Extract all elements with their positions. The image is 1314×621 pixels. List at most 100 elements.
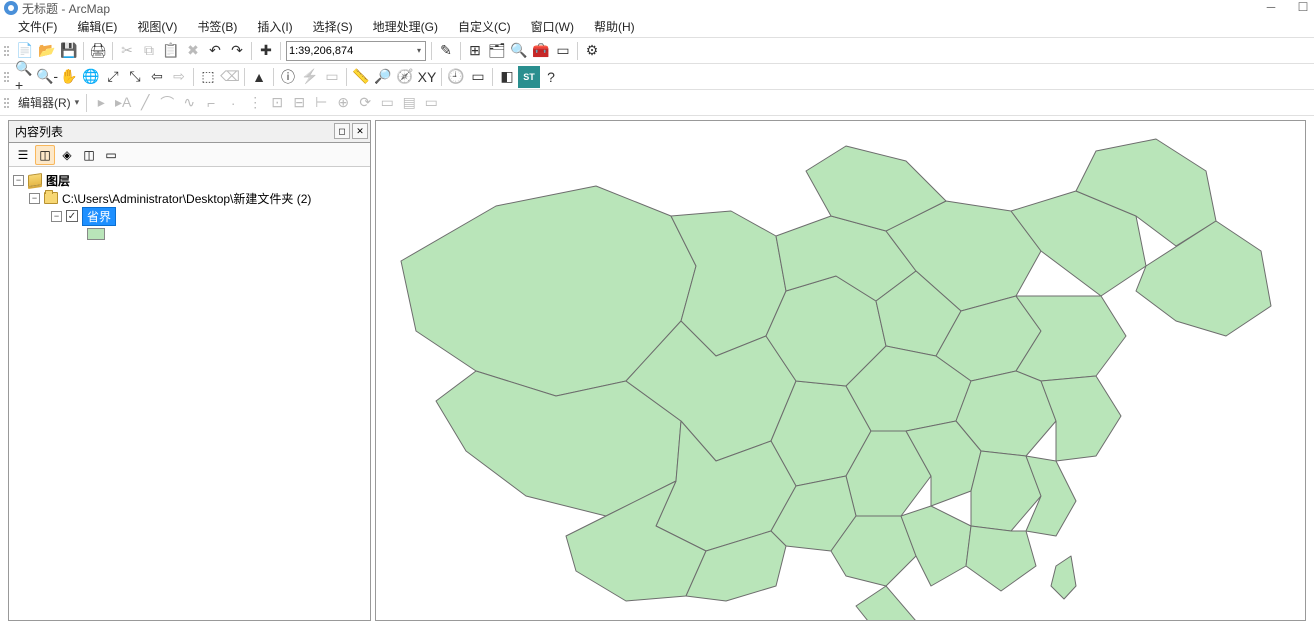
separator (577, 42, 578, 60)
edit-vertices-icon: ⋮ (244, 92, 266, 114)
right-angle-icon: ⌐ (200, 92, 222, 114)
separator (280, 42, 281, 60)
map-scale-combo[interactable]: 1:39,206,874▾ (286, 41, 426, 61)
goto-xy-icon[interactable]: XY (416, 66, 438, 88)
tree-root-layers[interactable]: − 图层 (11, 171, 368, 189)
time-slider-icon: 🕘 (445, 66, 467, 88)
catalog-icon[interactable]: 🗂 (486, 40, 508, 62)
edit-tool-icon: ▸ (90, 92, 112, 114)
identify-icon[interactable]: ⓘ (277, 66, 299, 88)
menu-0[interactable]: 文件(F) (8, 16, 67, 37)
arcmap-app-icon (4, 1, 18, 15)
point-icon: · (222, 92, 244, 114)
add-data-icon[interactable]: ✚ (255, 40, 277, 62)
select-features-icon[interactable]: ⬚ (197, 66, 219, 88)
menu-1[interactable]: 编辑(E) (67, 16, 127, 37)
straight-segment-icon: ╱ (134, 92, 156, 114)
toolbar-grip[interactable] (4, 94, 12, 112)
menu-6[interactable]: 地理处理(G) (363, 16, 448, 37)
toc-tree[interactable]: − 图层 − C:\Users\Administrator\Desktop\新建… (9, 167, 370, 620)
tree-folder[interactable]: − C:\Users\Administrator\Desktop\新建文件夹 (… (11, 189, 368, 207)
tree-layer[interactable]: − ✓ 省界 (11, 207, 368, 225)
search-window-icon[interactable]: 🔍 (508, 40, 530, 62)
menu-9[interactable]: 帮助(H) (584, 16, 645, 37)
folder-icon (44, 192, 58, 204)
fixed-zoom-in-icon[interactable]: ⤢ (102, 66, 124, 88)
full-extent-icon[interactable]: 🌐 (80, 66, 102, 88)
table-icon[interactable]: ⊞ (464, 40, 486, 62)
toc-autohide-button[interactable]: ◻ (334, 123, 350, 139)
toolbar-grip[interactable] (4, 42, 12, 60)
editor-toolbar: 编辑器(R) ▸▸A╱⌒∿⌐·⋮⊡⊟⊢⊕⟳▭▤▭ (0, 90, 1314, 116)
menu-4[interactable]: 插入(I) (247, 16, 302, 37)
layer-symbol-swatch[interactable] (87, 228, 105, 240)
map-display[interactable] (375, 120, 1306, 621)
toc-tab-list-by-selection[interactable]: ◫ (79, 145, 99, 165)
find-route-icon: 🧭 (394, 66, 416, 88)
print-icon[interactable]: 🖨 (87, 40, 109, 62)
separator (112, 42, 113, 60)
window-title: 无标题 - ArcMap (22, 0, 110, 17)
layer-visibility-checkbox[interactable]: ✓ (66, 210, 78, 222)
maximize-button[interactable]: ☐ (1296, 0, 1310, 14)
main-area: 内容列表 ◻ ✕ ☰◫◈◫▭ − 图层 − C:\Users\Administr… (0, 116, 1314, 621)
menu-2[interactable]: 视图(V) (127, 16, 187, 37)
separator (244, 68, 245, 86)
fixed-zoom-out-icon[interactable]: ⤡ (124, 66, 146, 88)
swipe-icon[interactable]: ◧ (496, 66, 518, 88)
back-icon[interactable]: ⇦ (146, 66, 168, 88)
help-icon[interactable]: ? (540, 66, 562, 88)
toolbar-grip[interactable] (4, 68, 12, 86)
open-icon[interactable]: 📂 (36, 40, 58, 62)
separator (492, 68, 493, 86)
toc-tab-list-by-drawing-order[interactable]: ☰ (13, 145, 33, 165)
forward-icon: ⇨ (168, 66, 190, 88)
window-controls: ─ ☐ (1264, 0, 1310, 14)
arc-segment-icon: ⌒ (156, 92, 178, 114)
editor-menu-button[interactable]: 编辑器(R) (14, 92, 83, 113)
save-icon[interactable]: 💾 (58, 40, 80, 62)
select-elements-icon[interactable]: ▲ (248, 66, 270, 88)
toc-close-button[interactable]: ✕ (352, 123, 368, 139)
collapse-toggle-icon[interactable]: − (51, 211, 62, 222)
menu-7[interactable]: 自定义(C) (448, 16, 521, 37)
editor-toolbar-icon[interactable]: ✎ (435, 40, 457, 62)
create-viewer-icon[interactable]: ▭ (467, 66, 489, 88)
split-icon: ⊢ (310, 92, 332, 114)
undo-icon[interactable]: ↶ (204, 40, 226, 62)
collapse-toggle-icon[interactable]: − (29, 193, 40, 204)
layer-name-selected[interactable]: 省界 (82, 207, 116, 226)
find-icon[interactable]: 🔎 (372, 66, 394, 88)
toc-tab-list-by-visibility[interactable]: ◈ (57, 145, 77, 165)
pan-icon[interactable]: ✋ (58, 66, 80, 88)
minimize-button[interactable]: ─ (1264, 0, 1278, 14)
street-icon[interactable]: ST (518, 66, 540, 88)
map-canvas[interactable] (376, 121, 1306, 621)
toc-tab-options[interactable]: ▭ (101, 145, 121, 165)
toc-tab-strip: ☰◫◈◫▭ (9, 143, 370, 167)
toc-tab-list-by-source[interactable]: ◫ (35, 145, 55, 165)
collapse-toggle-icon[interactable]: − (13, 175, 24, 186)
copy-icon: ⧉ (138, 40, 160, 62)
layers-icon (28, 173, 42, 187)
arctoolbox-icon[interactable]: 🧰 (530, 40, 552, 62)
zoom-out-icon[interactable]: 🔍- (36, 66, 58, 88)
menu-5[interactable]: 选择(S) (303, 16, 363, 37)
new-icon[interactable]: 📄 (14, 40, 36, 62)
trace-icon: ∿ (178, 92, 200, 114)
paste-icon: 📋 (160, 40, 182, 62)
tree-folder-label: C:\Users\Administrator\Desktop\新建文件夹 (2) (62, 190, 311, 207)
model-builder-icon[interactable]: ⚙ (581, 40, 603, 62)
zoom-in-icon[interactable]: 🔍+ (14, 66, 36, 88)
menu-3[interactable]: 书签(B) (187, 16, 247, 37)
menu-8[interactable]: 窗口(W) (521, 16, 584, 37)
tools-toolbar: 🔍+🔍-✋🌐⤢⤡⇦⇨⬚⌫▲ⓘ⚡▭📏🔎🧭XY🕘▭◧ST? (0, 64, 1314, 90)
chevron-down-icon[interactable]: ▾ (415, 46, 423, 55)
measure-icon[interactable]: 📏 (350, 66, 372, 88)
tree-symbol[interactable] (11, 225, 368, 243)
merge-icon: ⊕ (332, 92, 354, 114)
separator (251, 42, 252, 60)
redo-icon[interactable]: ↷ (226, 40, 248, 62)
python-icon[interactable]: ▭ (552, 40, 574, 62)
tree-root-label: 图层 (46, 172, 70, 189)
